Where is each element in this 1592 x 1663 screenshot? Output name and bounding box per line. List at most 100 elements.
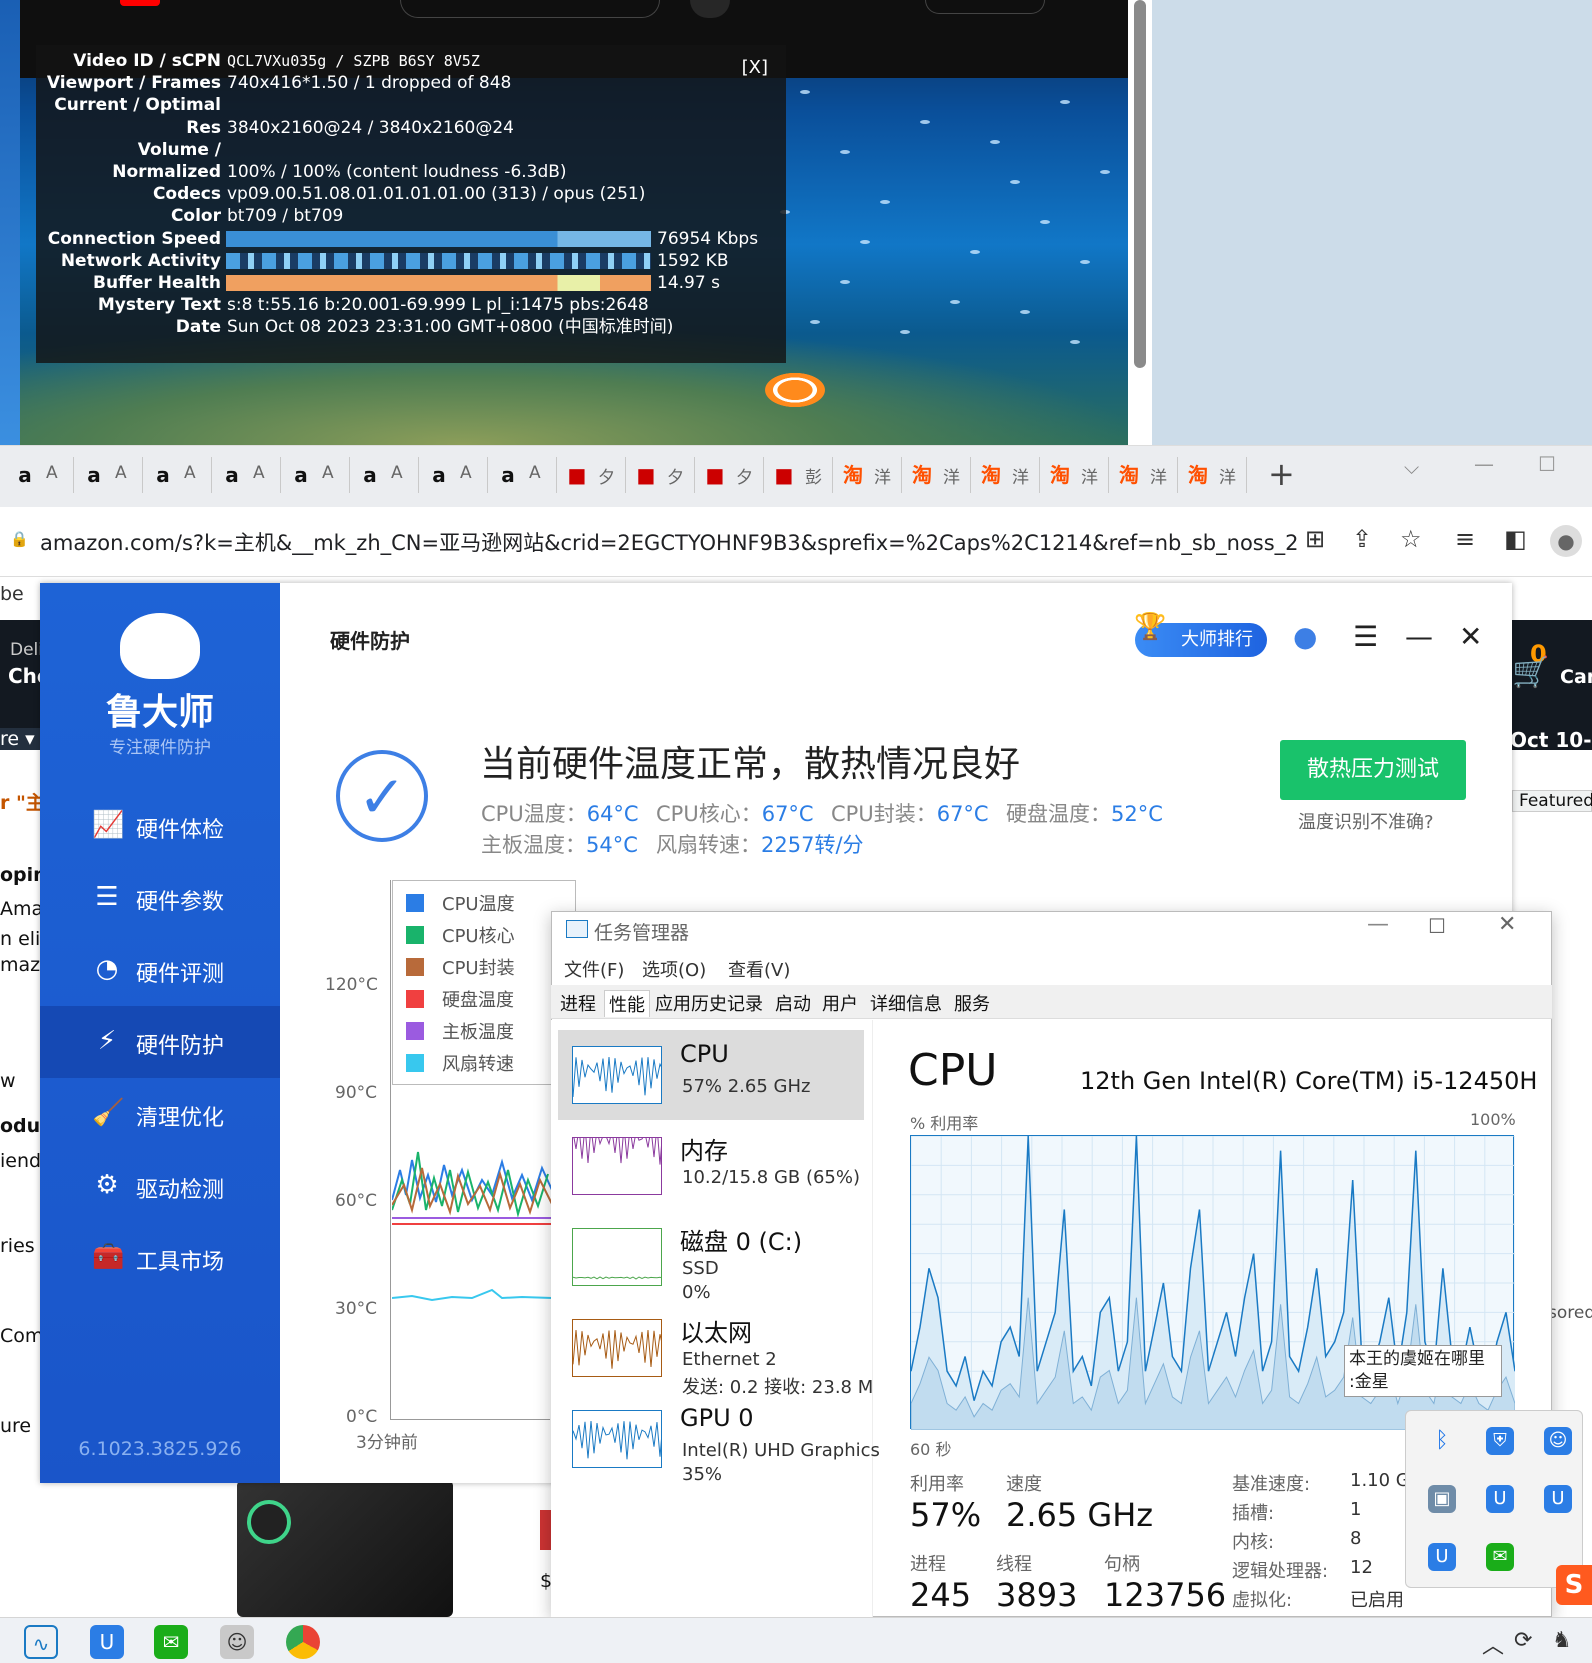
scrollbar-thumb[interactable]: [1134, 0, 1146, 368]
browser-tab[interactable]: 淘洋: [1179, 457, 1247, 493]
resource-item[interactable]: 以太网 Ethernet 2 发送: 0.2 接收: 23.8 M: [558, 1303, 873, 1398]
url-field[interactable]: amazon.com/s?k=主机&__mk_zh_CN=亚马逊网站&crid=…: [40, 527, 1299, 557]
menu-icon[interactable]: ☰: [1353, 620, 1378, 653]
ime-icon[interactable]: S: [1556, 1565, 1592, 1605]
resource-item[interactable]: CPU 57% 2.65 GHz: [558, 1030, 864, 1120]
menu-view[interactable]: 查看(V): [728, 956, 790, 982]
sync-tray-icon[interactable]: U: [1486, 1485, 1514, 1513]
side-panel-icon[interactable]: ◧: [1504, 525, 1527, 553]
nav-item[interactable]: 🧹 清理优化: [40, 1078, 280, 1150]
menu-options[interactable]: 选项(O): [642, 956, 706, 982]
product-image[interactable]: [237, 1480, 453, 1617]
wechat-taskbar-icon[interactable]: ✉: [154, 1625, 188, 1659]
qq-tray-icon[interactable]: ♞: [1552, 1628, 1572, 1653]
browser-tab[interactable]: aA: [489, 457, 557, 493]
stress-test-button[interactable]: 散热压力测试: [1280, 740, 1466, 800]
tab-services[interactable]: 服务: [954, 990, 990, 1016]
browser-tab[interactable]: aA: [144, 457, 212, 493]
translate-icon[interactable]: ⊞: [1305, 525, 1325, 553]
bluetooth-icon[interactable]: ᛒ: [1428, 1427, 1456, 1455]
nav-item[interactable]: 🧰 工具市场: [40, 1222, 280, 1294]
temp-inaccurate-link[interactable]: 温度识别不准确?: [1298, 808, 1434, 834]
browser-tab[interactable]: 淘洋: [1041, 457, 1109, 493]
user-icon[interactable]: ●: [1293, 620, 1317, 653]
sign-in-button[interactable]: [925, 0, 1045, 14]
reading-list-icon[interactable]: ≡: [1455, 525, 1475, 553]
amazon-text[interactable]: re ▾: [0, 728, 40, 750]
cpu-model: 12th Gen Intel(R) Core(TM) i5-12450H: [1080, 1067, 1538, 1095]
cart-icon[interactable]: 🛒: [1512, 655, 1549, 690]
minimize-icon[interactable]: —: [1367, 912, 1389, 937]
browser-tab[interactable]: 淘洋: [903, 457, 971, 493]
new-tab-button[interactable]: +: [1268, 455, 1295, 493]
amazon-text: ries: [0, 1235, 35, 1257]
nav-item[interactable]: ◔ 硬件评测: [40, 934, 280, 1006]
sync-taskbar-icon[interactable]: U: [90, 1625, 124, 1659]
minimize-icon[interactable]: —: [1474, 452, 1494, 476]
cart-label[interactable]: Car: [1560, 666, 1592, 688]
browser-tab[interactable]: ■ 夕: [558, 457, 626, 493]
app-tray-icon[interactable]: ▣: [1428, 1485, 1456, 1513]
browser-tab[interactable]: aA: [75, 457, 143, 493]
resource-sub: Intel(R) UHD Graphics: [682, 1440, 880, 1461]
nav-item[interactable]: ⚙ 驱动检测: [40, 1150, 280, 1222]
browser-tab[interactable]: ■ 彭: [765, 457, 833, 493]
minimize-icon[interactable]: —: [1405, 620, 1433, 653]
resource-item[interactable]: 内存 10.2/15.8 GB (65%): [558, 1121, 864, 1211]
tab-processes[interactable]: 进程: [560, 990, 596, 1016]
browser-tab[interactable]: ■ 夕: [627, 457, 695, 493]
wechat-tray-icon[interactable]: ✉: [1486, 1543, 1514, 1571]
tab-users[interactable]: 用户: [822, 990, 858, 1016]
sync-tray-icon[interactable]: U: [1428, 1543, 1456, 1571]
stat-row: Res 3840x2160@24 / 3840x2160@24: [36, 117, 786, 139]
tab-startup[interactable]: 启动: [775, 990, 811, 1016]
stat-value: bt709 / bt709: [227, 206, 344, 226]
chevron-down-icon[interactable]: ⌵: [1404, 455, 1419, 479]
fish: [950, 300, 960, 304]
browser-tab[interactable]: 淘洋: [972, 457, 1040, 493]
maximize-icon[interactable]: ☐: [1428, 914, 1446, 938]
task-manager-taskbar-icon[interactable]: ∿: [24, 1625, 58, 1659]
close-icon[interactable]: ✕: [1459, 620, 1482, 653]
tab-title: A: [529, 463, 541, 483]
ludashi-tray-icon[interactable]: ☺: [1544, 1427, 1572, 1455]
resource-item[interactable]: 磁盘 0 (C:) SSD 0%: [558, 1212, 864, 1303]
browser-tab[interactable]: aA: [282, 457, 350, 493]
nav-item[interactable]: 📈 硬件体检: [40, 790, 280, 862]
mic-icon[interactable]: [690, 0, 730, 18]
maximize-icon[interactable]: ☐: [1538, 452, 1556, 476]
menu-file[interactable]: 文件(F): [564, 956, 624, 982]
tab-details[interactable]: 详细信息: [870, 990, 942, 1016]
sync-tray-icon[interactable]: U: [1544, 1485, 1572, 1513]
nav-item[interactable]: ☰ 硬件参数: [40, 862, 280, 934]
ludashi-taskbar-icon[interactable]: ☺: [220, 1625, 254, 1659]
close-icon[interactable]: ✕: [1498, 912, 1516, 937]
desktop-edge: [0, 0, 20, 445]
chevron-up-icon[interactable]: ︿: [1482, 1628, 1504, 1660]
browser-tab[interactable]: aA: [213, 457, 281, 493]
proc-stat-value: 245: [910, 1576, 972, 1614]
youtube-logo-icon[interactable]: [120, 0, 160, 6]
sort-dropdown[interactable]: Featured: [1512, 790, 1592, 812]
legend-label: 主板温度: [442, 1022, 514, 1043]
resource-item[interactable]: GPU 0 Intel(R) UHD Graphics 35%: [558, 1394, 880, 1485]
bookmark-star-icon[interactable]: ☆: [1400, 525, 1422, 553]
nav-item[interactable]: ⚡ 硬件防护: [40, 1006, 280, 1078]
lock-icon[interactable]: 🔒: [10, 530, 29, 548]
chrome-taskbar-icon[interactable]: [286, 1625, 320, 1659]
browser-tab[interactable]: 淘洋: [1110, 457, 1178, 493]
browser-tab[interactable]: aA: [6, 457, 74, 493]
sync-status-icon[interactable]: ⟳: [1514, 1628, 1532, 1653]
browser-tab[interactable]: aA: [420, 457, 488, 493]
share-icon[interactable]: ⇪: [1352, 525, 1372, 553]
search-box[interactable]: [400, 0, 660, 18]
browser-tab[interactable]: 淘洋: [834, 457, 902, 493]
tab-performance[interactable]: 性能: [604, 990, 650, 1017]
browser-tab[interactable]: aA: [351, 457, 419, 493]
tab-app-history[interactable]: 应用历史记录: [655, 990, 763, 1016]
defender-icon[interactable]: ⛨: [1486, 1427, 1514, 1455]
browser-tab[interactable]: ■ 夕: [696, 457, 764, 493]
profile-avatar-icon[interactable]: ●: [1550, 525, 1582, 557]
power-button-icon: [247, 1500, 291, 1544]
tab-title: 夕: [598, 468, 615, 488]
